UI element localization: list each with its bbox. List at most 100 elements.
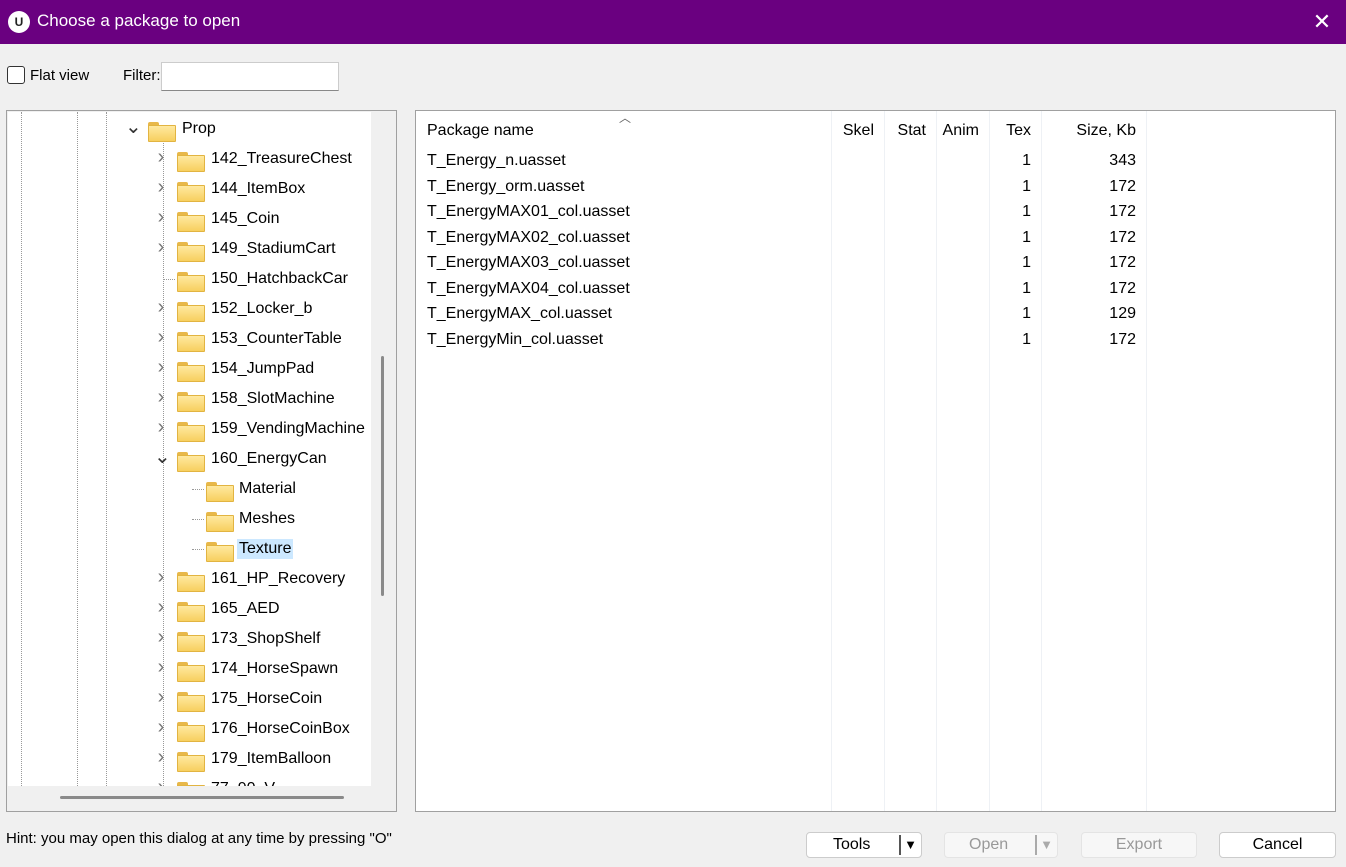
tools-label: Tools <box>833 836 871 853</box>
tree-item-label: Meshes <box>239 510 296 527</box>
list-cell: 1 <box>1022 279 1031 297</box>
folder-tree[interactable]: ⌄ Prop › 142_TreasureChest › 144_ItemBox › 145_… <box>6 110 397 812</box>
package-name-cell[interactable]: T_EnergyMAX02_col.uasset <box>427 229 630 247</box>
tree-item[interactable]: Meshes <box>8 504 371 534</box>
tree-item[interactable]: › 176_HorseCoinBox <box>8 714 371 744</box>
tree-item[interactable]: › 174_HorseSpawn <box>8 654 371 684</box>
tree-item[interactable]: › 145_Coin <box>8 204 371 234</box>
folder-icon <box>177 662 205 682</box>
hint-text: Hint: you may open this dialog at any ti… <box>6 830 392 847</box>
package-name-cell[interactable]: T_EnergyMin_col.uasset <box>427 331 603 349</box>
tree-item[interactable]: › 165_AED <box>8 594 371 624</box>
filter-input[interactable] <box>161 62 339 91</box>
tools-button[interactable]: Tools ▼ <box>806 832 922 858</box>
chevron-right-icon[interactable]: › <box>154 686 168 709</box>
folder-icon <box>177 452 205 472</box>
chevron-right-icon[interactable]: › <box>154 746 168 769</box>
tree-item[interactable]: › 161_HP_Recovery <box>8 564 371 594</box>
list-cell: 172 <box>1109 228 1136 246</box>
tree-item[interactable]: › 173_ShopShelf <box>8 624 371 654</box>
package-name-cell[interactable]: T_Energy_orm.uasset <box>427 178 584 196</box>
cancel-button[interactable]: Cancel <box>1219 832 1336 858</box>
chevron-right-icon[interactable]: › <box>154 716 168 739</box>
dropdown-arrow-icon[interactable]: ▼ <box>1035 835 1053 855</box>
close-button[interactable]: ✕ <box>1304 4 1340 40</box>
package-name-cell[interactable]: T_EnergyMAX04_col.uasset <box>427 280 630 298</box>
column-header[interactable]: Stat <box>884 122 926 140</box>
tree-item-label: 176_HorseCoinBox <box>211 720 350 737</box>
folder-icon <box>177 782 205 786</box>
column-header[interactable]: Anim <box>936 122 979 140</box>
chevron-right-icon[interactable]: › <box>154 146 168 169</box>
chevron-right-icon[interactable]: › <box>154 776 168 786</box>
flat-view-checkbox[interactable]: Flat view <box>7 66 89 84</box>
horizontal-scrollbar[interactable] <box>60 796 344 799</box>
dropdown-arrow-icon[interactable]: ▼ <box>899 835 917 855</box>
column-header[interactable]: Skel <box>831 122 874 140</box>
column-divider <box>884 111 885 811</box>
open-label: Open <box>969 836 1009 853</box>
tree-item[interactable]: › 144_ItemBox <box>8 174 371 204</box>
package-name-cell[interactable]: T_EnergyMAX_col.uasset <box>427 305 612 323</box>
export-button[interactable]: Export <box>1081 832 1197 858</box>
folder-icon <box>177 392 205 412</box>
chevron-down-icon[interactable]: ⌄ <box>154 444 171 469</box>
column-header[interactable]: Size, Kb <box>1041 122 1136 140</box>
tree-item[interactable]: › 159_VendingMachine <box>8 414 371 444</box>
tree-item[interactable]: › 153_CounterTable <box>8 324 371 354</box>
tree-item[interactable]: Texture <box>8 534 371 564</box>
folder-icon <box>177 332 205 352</box>
list-cell: 129 <box>1109 305 1136 322</box>
tree-item[interactable]: › 175_HorseCoin <box>8 684 371 714</box>
chevron-right-icon[interactable]: › <box>154 596 168 619</box>
package-name-cell[interactable]: T_EnergyMAX01_col.uasset <box>427 203 630 221</box>
chevron-right-icon[interactable]: › <box>154 356 168 379</box>
column-divider <box>1146 111 1147 811</box>
tree-item[interactable]: › 152_Locker_b <box>8 294 371 324</box>
tree-view[interactable]: ⌄ Prop › 142_TreasureChest › 144_ItemBox › 145_… <box>8 112 371 786</box>
tree-item-label: Texture <box>237 539 294 559</box>
tree-item[interactable]: › 142_TreasureChest <box>8 144 371 174</box>
folder-icon <box>177 602 205 622</box>
chevron-right-icon[interactable]: › <box>154 206 168 229</box>
chevron-right-icon[interactable]: › <box>154 296 168 319</box>
list-cell: 1 <box>1022 330 1031 348</box>
package-name-cell[interactable]: T_EnergyMAX03_col.uasset <box>427 254 630 272</box>
vertical-scrollbar[interactable] <box>381 356 384 596</box>
folder-icon <box>206 512 234 532</box>
checkbox-box[interactable] <box>7 66 25 84</box>
tree-item[interactable]: › 179_ItemBalloon <box>8 744 371 774</box>
chevron-right-icon[interactable]: › <box>154 656 168 679</box>
tree-item-label: 144_ItemBox <box>211 180 306 197</box>
package-name-cell[interactable]: T_Energy_n.uasset <box>427 152 566 170</box>
column-header[interactable]: Tex <box>989 122 1031 140</box>
tree-item[interactable]: › 158_SlotMachine <box>8 384 371 414</box>
list-cell: 172 <box>1109 177 1136 195</box>
chevron-right-icon[interactable]: › <box>154 236 168 259</box>
chevron-right-icon[interactable]: › <box>154 626 168 649</box>
column-header[interactable]: Package name <box>427 122 534 140</box>
folder-icon <box>177 212 205 232</box>
chevron-right-icon[interactable]: › <box>154 326 168 349</box>
folder-icon <box>177 692 205 712</box>
chevron-right-icon[interactable]: › <box>154 416 168 439</box>
filter-label: Filter: <box>123 67 161 84</box>
open-button[interactable]: Open ▼ <box>944 832 1058 858</box>
tree-item-label: 154_JumpPad <box>211 360 315 377</box>
tree-item[interactable]: Material <box>8 474 371 504</box>
chevron-down-icon[interactable]: ⌄ <box>125 114 142 139</box>
tree-item-label: 161_HP_Recovery <box>211 570 346 587</box>
list-cell: 1 <box>1022 305 1031 322</box>
tree-item[interactable]: › 154_JumpPad <box>8 354 371 384</box>
chevron-right-icon[interactable]: › <box>154 386 168 409</box>
tree-item[interactable]: › 149_StadiumCart <box>8 234 371 264</box>
tree-item[interactable]: 150_HatchbackCar <box>8 264 371 294</box>
chevron-right-icon[interactable]: › <box>154 176 168 199</box>
tree-item[interactable]: ⌄ Prop <box>8 114 371 144</box>
tree-item[interactable]: ⌄ 160_EnergyCan <box>8 444 371 474</box>
folder-icon <box>177 182 205 202</box>
chevron-right-icon[interactable]: › <box>154 566 168 589</box>
tree-item[interactable]: › 77_90_V <box>8 774 371 786</box>
folder-icon <box>177 362 205 382</box>
package-list[interactable]: ︿ Package name Skel Stat Anim Tex Size, Kb T_E… <box>415 110 1336 812</box>
